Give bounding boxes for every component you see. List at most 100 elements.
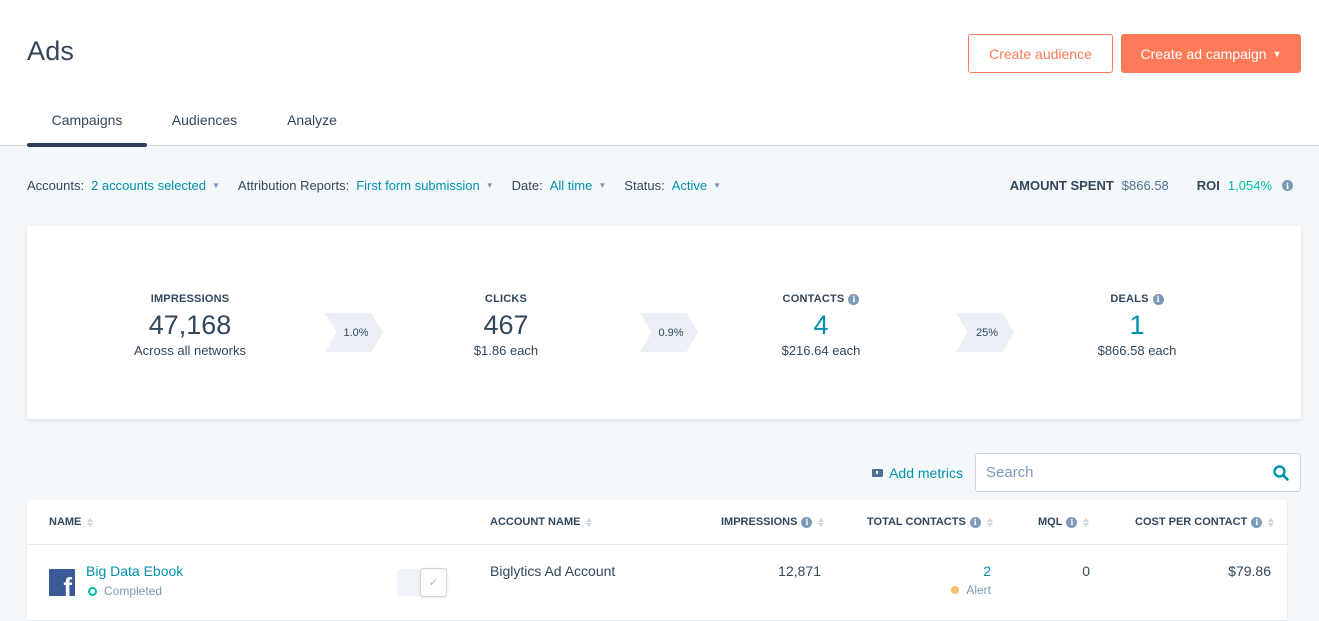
campaign-toggle[interactable]: ✓ (397, 568, 447, 597)
column-header-cost-per-contact[interactable]: COST PER CONTACT i (1135, 516, 1275, 528)
metric-subtext: Across all networks (134, 343, 246, 358)
add-metrics-button[interactable]: Add metrics (872, 465, 963, 481)
roi-label: ROI (1196, 178, 1220, 193)
sort-icon[interactable] (1083, 517, 1090, 527)
filter-value[interactable]: First form submission (356, 178, 480, 193)
impressions-cell: 12,871 (778, 563, 821, 579)
info-icon[interactable]: i (1282, 180, 1293, 191)
metric-contacts: CONTACTS i 4 $216.64 each (701, 293, 941, 358)
status-label: Completed (104, 584, 163, 598)
search-icon[interactable] (1272, 464, 1290, 482)
info-icon[interactable]: i (969, 516, 981, 528)
metric-value[interactable]: 4 (701, 309, 941, 341)
filter-label: Attribution Reports: (237, 178, 350, 193)
page-header: Ads Create audience Create ad campaign ▼… (0, 0, 1319, 147)
caret-down-icon: ▼ (713, 181, 722, 190)
tab-audiences[interactable]: Audiences (147, 100, 262, 146)
conversion-rate-arrow: 25% (956, 313, 1014, 352)
campaign-status: Completed (88, 584, 162, 598)
tab-campaigns[interactable]: Campaigns (27, 100, 147, 147)
info-icon[interactable]: i (848, 293, 860, 305)
alert-dot-icon (951, 586, 960, 594)
caret-down-icon: ▼ (212, 181, 220, 190)
sort-icon[interactable] (586, 517, 593, 527)
create-ad-campaign-button[interactable]: Create ad campaign ▼ (1121, 34, 1301, 73)
tab-analyze[interactable]: Analyze (262, 100, 362, 146)
total-contacts-cell[interactable]: 2 (983, 563, 991, 579)
column-label: TOTAL CONTACTS (867, 516, 966, 528)
info-icon[interactable]: i (1066, 516, 1078, 528)
caret-down-icon: ▼ (485, 181, 494, 190)
contacts-alert: Alert (951, 583, 991, 597)
metric-subtext: $1.86 each (473, 343, 539, 358)
column-header-name[interactable]: NAME (49, 516, 94, 528)
search-box[interactable] (975, 453, 1301, 492)
column-header-mql[interactable]: MQL i (1038, 516, 1090, 528)
campaigns-table: NAME ACCOUNT NAME IMPRESSIONS i TOTAL CO… (27, 500, 1287, 621)
column-label: MQL (1038, 516, 1063, 528)
cost-per-contact-cell: $79.86 (1228, 563, 1271, 579)
filter-value[interactable]: 2 accounts selected (91, 178, 206, 193)
metric-value: 467 (483, 310, 529, 340)
roi-value: 1,054% (1227, 178, 1272, 193)
conversion-rate: 0.9% (658, 326, 684, 339)
info-icon[interactable]: i (801, 516, 813, 528)
caret-down-icon: ▼ (1272, 48, 1282, 59)
metric-subtext: $216.64 each (781, 343, 861, 358)
funnel-card: IMPRESSIONS 47,168 Across all networks 1… (27, 226, 1301, 419)
column-header-account-name[interactable]: ACCOUNT NAME (490, 516, 593, 528)
filter-value[interactable]: All time (550, 178, 593, 193)
sort-icon[interactable] (87, 517, 94, 527)
add-metrics-label: Add metrics (889, 464, 963, 481)
page-title: Ads (27, 36, 75, 66)
table-row: f Big Data Ebook Completed ✓ Biglytics A… (27, 545, 1287, 621)
sort-icon[interactable] (986, 517, 993, 527)
filter-attribution-reports[interactable]: Attribution Reports: First form submissi… (238, 178, 494, 193)
filter-value[interactable]: Active (672, 178, 707, 193)
tab-bar: Campaigns Audiences Analyze (27, 100, 362, 147)
create-ad-campaign-label: Create ad campaign (1140, 45, 1267, 62)
metric-label: CONTACTS (782, 293, 845, 305)
filter-date[interactable]: Date: All time ▼ (512, 178, 607, 193)
column-header-impressions[interactable]: IMPRESSIONS i (721, 516, 825, 528)
filter-accounts[interactable]: Accounts: 2 accounts selected ▼ (27, 178, 220, 193)
conversion-rate-arrow: 1.0% (325, 313, 383, 352)
filter-label: Date: (511, 178, 543, 193)
metric-value: 47,168 (148, 310, 232, 340)
metric-deals: DEALS i 1 $866.58 each (1017, 293, 1257, 358)
column-label: NAME (49, 516, 82, 528)
info-icon[interactable]: i (1251, 516, 1263, 528)
account-name-cell: Biglytics Ad Account (490, 563, 616, 579)
sort-icon[interactable] (1268, 517, 1275, 527)
create-audience-button[interactable]: Create audience (968, 34, 1113, 73)
create-audience-label: Create audience (989, 45, 1092, 62)
filter-status[interactable]: Status: Active ▼ (624, 178, 721, 193)
amount-spent-label: AMOUNT SPENT (1009, 178, 1114, 193)
conversion-rate: 1.0% (343, 326, 369, 339)
metric-value[interactable]: 1 (1017, 309, 1257, 341)
columns-icon (872, 468, 884, 477)
conversion-rate: 25% (975, 326, 999, 339)
filter-label: Status: (624, 178, 665, 193)
info-icon[interactable]: i (1152, 293, 1164, 305)
table-toolbar: Add metrics (872, 453, 1301, 492)
column-label: IMPRESSIONS (721, 516, 798, 528)
table-header: NAME ACCOUNT NAME IMPRESSIONS i TOTAL CO… (27, 500, 1287, 545)
filter-label: Accounts: (27, 178, 85, 193)
metric-label: CLICKS (484, 293, 528, 305)
filter-bar: Accounts: 2 accounts selected ▼ Attribut… (27, 178, 739, 193)
alert-label: Alert (966, 583, 991, 597)
sort-icon[interactable] (818, 517, 825, 527)
check-icon[interactable]: ✓ (420, 568, 447, 597)
caret-down-icon: ▼ (598, 181, 607, 190)
column-header-total-contacts[interactable]: TOTAL CONTACTS i (867, 516, 993, 528)
conversion-rate-arrow: 0.9% (640, 313, 698, 352)
facebook-icon: f (49, 569, 75, 596)
metric-clicks: CLICKS 467 $1.86 each (386, 293, 626, 358)
search-input[interactable] (986, 464, 1272, 481)
campaign-name-link[interactable]: Big Data Ebook (86, 563, 183, 579)
amount-spent-value: $866.58 (1121, 178, 1169, 193)
metric-label: DEALS (1110, 293, 1149, 305)
column-label: COST PER CONTACT (1135, 516, 1248, 528)
metric-label: IMPRESSIONS (150, 293, 230, 305)
